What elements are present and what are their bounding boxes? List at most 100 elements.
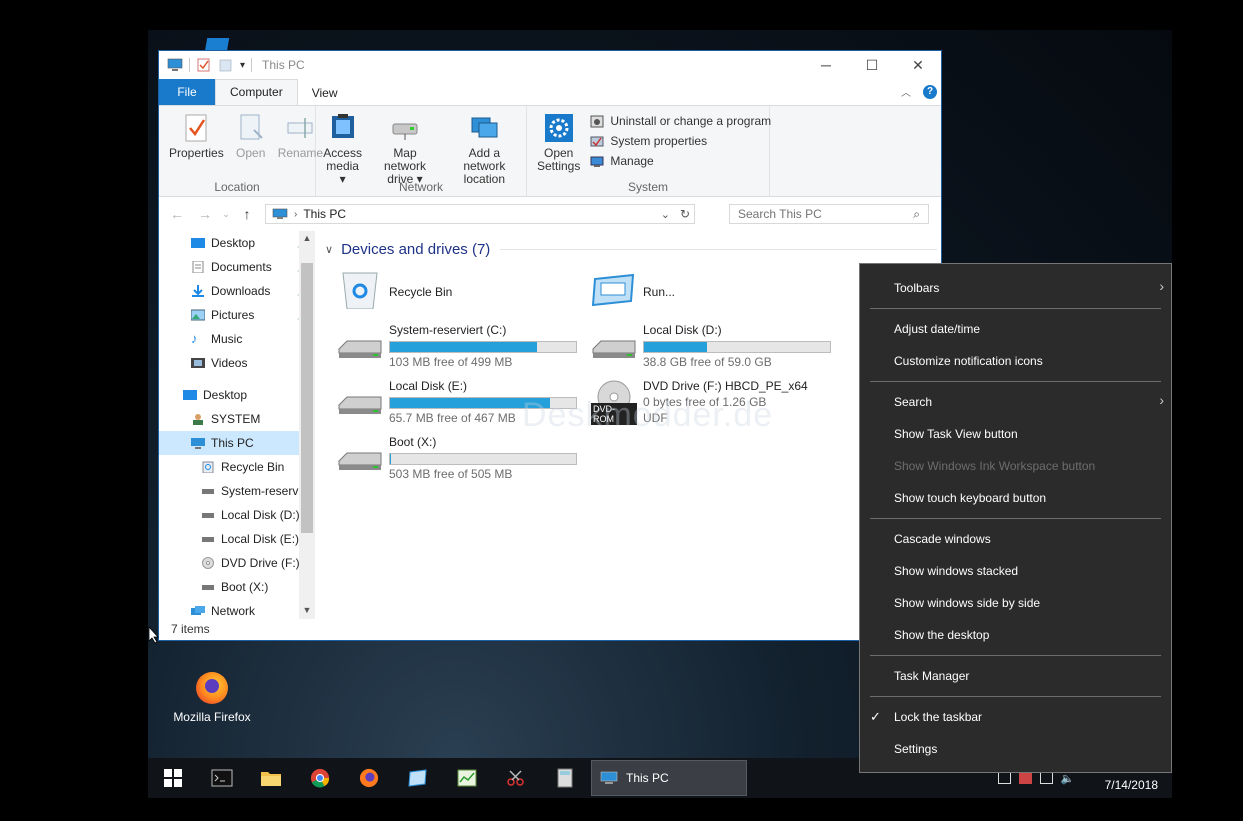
taskbar-chrome[interactable]: [295, 758, 344, 798]
drive-usage-bar: [389, 341, 577, 353]
collapse-chevron-icon[interactable]: ∨: [325, 243, 333, 256]
access-media-icon: [331, 114, 354, 138]
tab-view[interactable]: View: [298, 81, 352, 105]
nav-item-boot-x[interactable]: Boot (X:): [159, 575, 315, 599]
manage-button[interactable]: Manage: [590, 154, 771, 168]
drive-c[interactable]: System-reserviert (C:) 103 MB free of 49…: [337, 323, 577, 369]
nav-item-music[interactable]: ♪ Music: [159, 327, 315, 351]
windows-logo-icon: [163, 769, 182, 787]
menu-item-show-desktop[interactable]: Show the desktop: [894, 628, 989, 642]
refresh-icon[interactable]: ↻: [680, 207, 690, 221]
up-arrow-icon[interactable]: ↑: [233, 206, 261, 222]
help-icon[interactable]: ?: [923, 84, 937, 99]
nav-item-downloads[interactable]: Downloads 📌: [159, 279, 315, 303]
new-folder-quick-icon[interactable]: [218, 58, 234, 72]
defender-tray-icon[interactable]: [1018, 771, 1032, 784]
tab-file[interactable]: File: [159, 79, 215, 105]
drive-e[interactable]: Local Disk (E:) 65.7 MB free of 467 MB: [337, 379, 577, 425]
address-field[interactable]: › This PC ⌄ ↻: [265, 204, 695, 224]
nav-item-drive-e[interactable]: Local Disk (E:): [159, 527, 315, 551]
drive-free-space: 38.8 GB free of 59.0 GB: [643, 355, 772, 369]
minimize-button[interactable]: ─: [803, 51, 849, 79]
forward-arrow-icon[interactable]: →: [191, 206, 219, 222]
menu-item-cascade-windows[interactable]: Cascade windows: [894, 532, 991, 546]
nav-item-desktop-quick[interactable]: Desktop 📌: [159, 231, 315, 255]
nav-scrollbar[interactable]: ▲ ▼: [299, 231, 315, 619]
taskbar-task-manager[interactable]: [442, 758, 491, 798]
network-tray-icon[interactable]: [997, 771, 1011, 784]
taskbar-this-pc-window[interactable]: This PC: [591, 760, 747, 796]
close-button[interactable]: ✕: [895, 51, 941, 79]
collapse-ribbon-icon[interactable]: ︿: [901, 84, 911, 99]
submenu-chevron-icon: ›: [1159, 278, 1164, 294]
scroll-down-icon[interactable]: ▼: [299, 605, 315, 615]
firefox-desktop-shortcut[interactable]: Mozilla Firefox: [172, 672, 252, 724]
group-system: Open Settings Uninstall or change a prog…: [527, 106, 771, 196]
start-button[interactable]: [148, 758, 197, 798]
menu-item-task-manager[interactable]: Task Manager: [894, 669, 969, 683]
breadcrumb-chevron-icon[interactable]: ›: [294, 209, 297, 220]
battery-tray-icon[interactable]: [1039, 771, 1053, 784]
nav-label: Desktop: [211, 236, 256, 250]
recent-locations-chevron-icon[interactable]: ⌄: [219, 209, 233, 220]
folder-icon: [260, 772, 281, 786]
scroll-up-icon[interactable]: ▲: [299, 233, 315, 243]
search-icon[interactable]: ⌕: [913, 207, 920, 222]
nav-item-pictures[interactable]: Pictures 📌: [159, 303, 315, 327]
nav-item-this-pc[interactable]: This PC: [159, 431, 315, 455]
nav-item-documents[interactable]: Documents 📌: [159, 255, 315, 279]
taskbar-run[interactable]: [393, 758, 442, 798]
menu-item-show-task-view[interactable]: Show Task View button: [894, 427, 1018, 441]
recycle-bin-item[interactable]: Recycle Bin: [337, 269, 452, 309]
nav-item-network[interactable]: Network: [159, 599, 315, 619]
volume-icon[interactable]: 🔈: [1061, 772, 1075, 785]
drive-d[interactable]: Local Disk (D:) 38.8 GB free of 59.0 GB: [591, 323, 831, 369]
nav-item-drive-c[interactable]: System-reservi: [159, 479, 315, 503]
nav-item-system-user[interactable]: SYSTEM: [159, 407, 315, 431]
menu-item-show-windows-stacked[interactable]: Show windows stacked: [894, 564, 1018, 578]
uninstall-program-button[interactable]: Uninstall or change a program: [590, 114, 771, 128]
nav-item-dvd-drive[interactable]: DVD Drive (F:) H: [159, 551, 315, 575]
user-icon: [193, 414, 203, 425]
menu-item-adjust-date-time[interactable]: Adjust date/time: [894, 322, 980, 336]
taskbar-firefox[interactable]: [344, 758, 393, 798]
taskbar-calculator[interactable]: [540, 758, 589, 798]
tray-icons: 🔈: [997, 771, 1075, 785]
drive-dvd-f[interactable]: DVD-ROM DVD Drive (F:) HBCD_PE_x64 0 byt…: [591, 379, 808, 425]
menu-item-show-windows-side-by-side[interactable]: Show windows side by side: [894, 596, 1040, 610]
menu-item-customize-notification-icons[interactable]: Customize notification icons: [894, 354, 1043, 368]
nav-item-desktop[interactable]: Desktop: [159, 383, 315, 407]
devices-section-header[interactable]: ∨ Devices and drives (7): [325, 241, 937, 258]
drive-boot-x[interactable]: Boot (X:) 503 MB free of 505 MB: [337, 435, 577, 481]
content-pane: ∨ Devices and drives (7) Recycle Bin Run…: [319, 231, 939, 619]
title-bar[interactable]: ▾ This PC ─ ☐ ✕: [159, 51, 941, 79]
customize-quick-access-icon[interactable]: ▾: [240, 60, 245, 71]
search-input[interactable]: [736, 206, 910, 222]
drive-name: Boot (X:): [389, 435, 437, 449]
run-item[interactable]: Run...: [591, 269, 675, 309]
address-dropdown-icon[interactable]: ⌄: [661, 208, 670, 221]
taskbar-cmd[interactable]: [197, 758, 246, 798]
menu-item-taskbar-settings[interactable]: Settings: [894, 742, 937, 756]
nav-item-videos[interactable]: Videos: [159, 351, 315, 375]
properties-quick-icon[interactable]: [196, 58, 212, 72]
nav-item-drive-d[interactable]: Local Disk (D:): [159, 503, 315, 527]
system-properties-button[interactable]: System properties: [590, 134, 771, 148]
menu-item-lock-taskbar[interactable]: Lock the taskbar: [894, 710, 982, 724]
tab-computer[interactable]: Computer: [215, 79, 298, 105]
taskbar-snipping-tool[interactable]: [491, 758, 540, 798]
system-properties-label: System properties: [610, 134, 708, 148]
scroll-thumb[interactable]: [301, 263, 313, 533]
taskbar-file-explorer[interactable]: [246, 758, 295, 798]
location-group-label: Location: [214, 180, 260, 194]
search-box[interactable]: ⌕: [729, 204, 929, 224]
run-icon: [591, 273, 635, 307]
address-pc-icon: [272, 208, 288, 219]
menu-item-search[interactable]: Search ›: [894, 392, 1164, 409]
taskbar-clock[interactable]: 7/14/2018: [1105, 778, 1158, 792]
maximize-button[interactable]: ☐: [849, 51, 895, 79]
nav-item-recycle-bin[interactable]: Recycle Bin: [159, 455, 315, 479]
menu-item-show-touch-keyboard[interactable]: Show touch keyboard button: [894, 491, 1046, 505]
back-arrow-icon[interactable]: ←: [163, 206, 191, 222]
menu-item-toolbars[interactable]: Toolbars ›: [894, 278, 1164, 295]
